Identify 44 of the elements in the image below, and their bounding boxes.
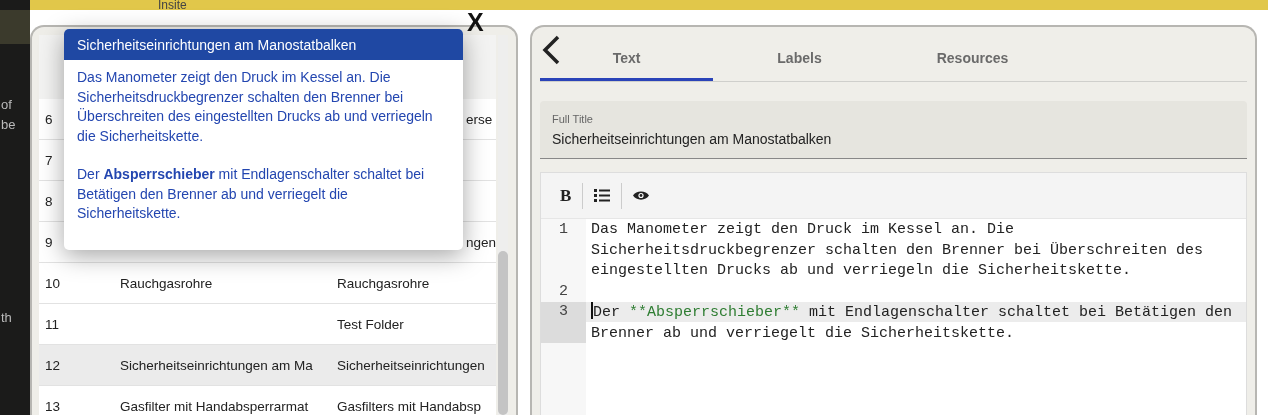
title-field[interactable]: Full Title Sicherheitseinrichtungen am Manostatbalken (540, 101, 1247, 159)
line-number: 3 (541, 302, 586, 343)
close-button[interactable]: X (463, 9, 488, 35)
background-text: th (0, 310, 13, 325)
eye-icon (633, 190, 650, 201)
window-thumbnail (0, 10, 30, 44)
back-icon[interactable] (540, 35, 562, 65)
app-title: Insite (158, 0, 187, 10)
background-text: of (0, 97, 13, 112)
code-line: Das Manometer zeigt den Druck im Kessel an. Die Sicherheitsdruckbegrenzer schalten den Brenner bei Überschreiten des eingestellten Drucks ab und verriegeln die Sicherheitskette. (590, 220, 1205, 281)
table-cell: Test Folder (337, 316, 404, 332)
table-cell: ngen (466, 234, 497, 250)
field-label: Full Title (552, 113, 594, 125)
row-number: 10 (44, 275, 62, 291)
table-row[interactable]: 12 Sicherheitseinrichtungen am Ma Sicherheitseinrichtungen (39, 345, 497, 386)
scrollbar-thumb[interactable] (498, 251, 508, 415)
row-number: 12 (44, 357, 62, 373)
bold-button[interactable]: B (549, 182, 583, 209)
markdown-editor[interactable] (540, 172, 1247, 415)
background-text: be (0, 117, 17, 132)
table-cell: Sicherheitseinrichtungen (337, 357, 485, 373)
table-cell: Gasfilters mit Handabsp (337, 398, 482, 414)
table-cell: Rauchgasrohre (337, 275, 430, 291)
line-number: 1 (558, 220, 569, 240)
tab[interactable]: Labels (713, 33, 886, 81)
table-row[interactable]: 11 Test Folder (39, 304, 497, 345)
row-number: 13 (44, 398, 62, 414)
row-number: 9 (44, 234, 54, 250)
popup-paragraph: Das Manometer zeigt den Druck im Kessel an. Die Sicherheitsdruckbegrenzer schalten den Brenner bei Überschreiten des eingestellten Drucks ab und verriegeln die Sicherheitskette. (77, 68, 434, 146)
line-number: 2 (558, 281, 569, 302)
popup-title: Sicherheitseinrichtungen am Manostatbalken (64, 29, 463, 60)
table-row[interactable]: 10 Rauchgasrohre Rauchgasrohre (39, 263, 497, 304)
row-number: 7 (44, 152, 54, 168)
table-cell-text: Gasfilter mit Handabsperrarmat (120, 398, 310, 414)
popup-paragraph: Der Absperrschieber mit Endlagenschalter schaltet bei Betätigen den Brenner ab und verriegelt die Sicherheitskette. (77, 165, 426, 223)
table-cell: erse (466, 111, 493, 127)
list-icon (594, 189, 611, 202)
field-value: Sicherheitseinrichtungen am Manostatbalken (552, 131, 833, 147)
table-cell-text: Rauchgasrohre (120, 275, 214, 291)
table-row[interactable]: 13 Gasfilter mit Handabsperrarmat Gasfilters mit Handabsp (39, 386, 497, 415)
row-number: 11 (44, 316, 60, 332)
tab[interactable]: Resources (886, 33, 1059, 81)
tab[interactable]: Text (540, 33, 713, 81)
table-cell-text: Sicherheitseinrichtungen am Ma (120, 357, 314, 373)
